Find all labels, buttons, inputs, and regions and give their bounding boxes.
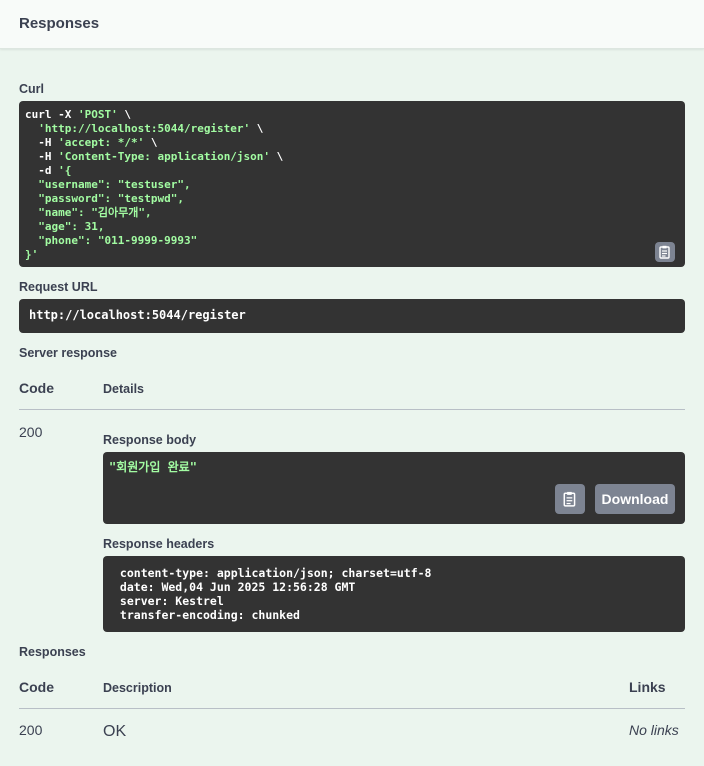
curl-token: \	[117, 108, 131, 121]
curl-token: "phone": "011-9999-9993"	[25, 234, 198, 247]
response-headers-label: Response headers	[103, 537, 215, 551]
download-button[interactable]: Download	[595, 484, 675, 514]
responses-description-header: Description	[103, 681, 172, 695]
request-url-box: http://localhost:5044/register	[19, 299, 685, 333]
curl-token: 'Content-Type: application/json'	[58, 150, 271, 163]
responses-links-header: Links	[629, 679, 666, 695]
curl-token: 'http://localhost:5044/register'	[38, 122, 251, 135]
response-body-label: Response body	[103, 433, 197, 447]
curl-token: }'	[25, 248, 39, 261]
responses-header-bar: Responses	[0, 0, 704, 49]
responses-links: No links	[629, 722, 679, 738]
curl-code-block: curl -X 'POST' \ 'http://localhost:5044/…	[19, 101, 685, 267]
request-url-value: http://localhost:5044/register	[29, 308, 246, 322]
server-response-code: 200	[19, 424, 43, 440]
curl-token	[25, 122, 38, 135]
curl-command-text: curl -X 'POST' \ 'http://localhost:5044/…	[25, 108, 283, 262]
copy-response-icon[interactable]	[555, 484, 585, 514]
curl-token: \	[270, 150, 284, 163]
curl-token: -H	[25, 136, 59, 149]
response-headers-value: content-type: application/json; charset=…	[119, 566, 432, 622]
curl-token: "username": "testuser",	[25, 178, 191, 191]
responses-label: Responses	[19, 645, 86, 659]
clipboard-icon[interactable]	[655, 242, 675, 262]
curl-token: 'POST'	[77, 108, 118, 121]
responses-code-header: Code	[19, 679, 54, 695]
curl-token: curl -X	[25, 108, 78, 121]
curl-token: '{	[58, 164, 72, 177]
server-response-code-header: Code	[19, 380, 54, 396]
response-headers-box: content-type: application/json; charset=…	[103, 556, 685, 632]
curl-label: Curl	[19, 82, 44, 96]
curl-token: "password": "testpwd",	[25, 192, 184, 205]
request-url-label: Request URL	[19, 280, 98, 294]
server-response-label: Server response	[19, 346, 117, 360]
curl-token: "name": "김아무개",	[25, 206, 152, 219]
curl-token: \	[144, 136, 158, 149]
curl-token: "age": 31,	[25, 220, 105, 233]
section-title: Responses	[19, 15, 100, 32]
curl-token: 'accept: */*'	[58, 136, 145, 149]
curl-token: -H	[25, 150, 59, 163]
curl-token: \	[250, 122, 264, 135]
table-divider	[19, 409, 685, 410]
responses-description: OK	[103, 723, 127, 740]
server-response-details-header: Details	[103, 382, 144, 396]
response-body-value: "회원가입 완료"	[109, 460, 197, 474]
curl-token: -d	[25, 164, 59, 177]
responses-code: 200	[19, 722, 43, 738]
table-divider	[19, 708, 685, 709]
